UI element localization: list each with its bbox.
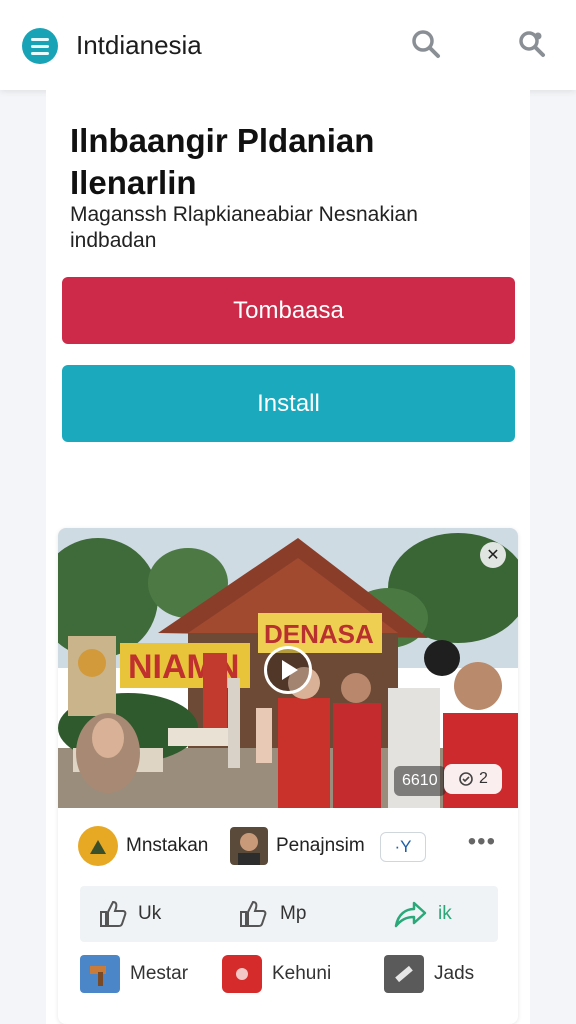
page-headline: Ilnbaangir Pldanian Ilenarlin — [70, 122, 375, 201]
video-thumbnail[interactable]: NIAMN DENASA ✕ 6610 2 — [58, 528, 518, 808]
search-alt-icon[interactable] — [516, 28, 548, 60]
close-icon[interactable]: ✕ — [480, 542, 506, 568]
like-alt-button[interactable]: Mp — [236, 896, 306, 932]
share-label: ik — [438, 903, 452, 924]
bottom-item-3-label: Jads — [434, 963, 475, 984]
page-subheadline: Maganssh Rlapkianeabiar Nesnakian indbad… — [70, 203, 418, 252]
bottom-actions-row: Mestar Kehuni Jads — [58, 950, 518, 1000]
media-card: NIAMN DENASA ✕ 6610 2 Mnstakan Penajnsim… — [58, 528, 518, 1024]
author-item-2[interactable]: Penajnsim — [230, 826, 365, 866]
install-button[interactable]: Install — [62, 365, 515, 442]
record-icon — [222, 955, 262, 993]
author-item-1[interactable]: Mnstakan — [78, 826, 208, 866]
share-arrow-icon — [394, 901, 427, 928]
primary-action-button[interactable]: Tombaasa — [62, 277, 515, 344]
bottom-item-3[interactable]: Jads — [384, 954, 474, 994]
play-icon[interactable] — [264, 646, 312, 694]
thumbs-up-icon — [240, 900, 267, 927]
author-row: Mnstakan Penajnsim ·Y ••• — [58, 816, 518, 876]
bottom-item-1[interactable]: Mestar — [80, 954, 188, 994]
search-icon[interactable] — [410, 28, 442, 60]
like-alt-label: Mp — [280, 903, 307, 924]
like-label: Uk — [138, 903, 162, 924]
thumbs-up-icon — [100, 900, 127, 927]
top-app-bar: Intdianesia — [0, 0, 576, 90]
more-icon[interactable]: ••• — [468, 828, 496, 856]
author-name-1: Mnstakan — [126, 835, 209, 856]
rating-count: 2 — [479, 770, 488, 787]
tag-chip[interactable]: ·Y — [380, 832, 426, 862]
menu-icon[interactable] — [22, 28, 58, 64]
tool-icon — [384, 955, 424, 993]
author-name-2: Penajnsim — [276, 835, 365, 856]
rating-badge[interactable]: 2 — [444, 764, 502, 794]
action-bar: Uk Mp ik — [80, 886, 498, 942]
clock-icon — [459, 772, 473, 786]
bottom-item-1-label: Mestar — [130, 963, 189, 984]
view-count: 6610 — [394, 766, 446, 796]
avatar — [78, 826, 118, 866]
bottom-item-2-label: Kehuni — [272, 963, 332, 984]
app-title: Intdianesia — [76, 30, 202, 60]
main-content: Ilnbaangir Pldanian Ilenarlin Maganssh R… — [46, 90, 530, 1024]
like-button[interactable]: Uk — [96, 896, 161, 932]
banner-right-text: DENASA — [264, 619, 374, 649]
author-thumbnail — [230, 827, 268, 865]
bottom-item-2[interactable]: Kehuni — [222, 954, 331, 994]
hammer-icon — [80, 955, 120, 993]
share-button[interactable]: ik — [392, 896, 452, 932]
